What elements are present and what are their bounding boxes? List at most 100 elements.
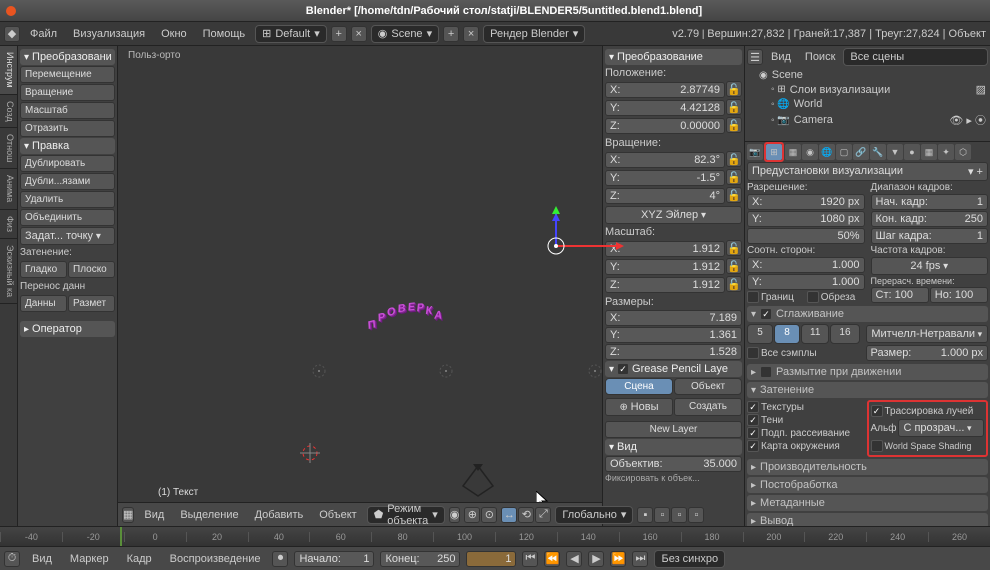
fps-dropdown[interactable]: 24 fps ▾ xyxy=(871,257,989,275)
prop-tab-world[interactable]: 🌐 xyxy=(819,144,835,160)
lock-icon[interactable]: 🔓 xyxy=(726,276,742,292)
res-x-input[interactable]: X:1920 px xyxy=(747,194,865,210)
lock-icon[interactable]: 🔓 xyxy=(726,99,742,115)
tl-end-input[interactable]: Конец:250 xyxy=(380,551,460,567)
menu-file[interactable]: Файл xyxy=(24,26,63,42)
vp-view-menu[interactable]: Вид xyxy=(138,507,170,523)
manipulator-buttons[interactable]: ↔⟲⤢ xyxy=(501,507,551,523)
lamp-object[interactable] xyxy=(580,356,610,386)
scene-add-button[interactable]: + xyxy=(443,26,459,42)
aa-11-button[interactable]: 11 xyxy=(801,324,829,344)
outliner-view[interactable]: Вид xyxy=(765,49,797,65)
tab-relations[interactable]: Отнош xyxy=(0,128,17,169)
shading-solid-icon[interactable]: ◉ xyxy=(449,507,461,523)
vp-select-menu[interactable]: Выделение xyxy=(174,507,244,523)
tab-physics[interactable]: Физ xyxy=(0,210,17,239)
lens-input[interactable]: Объектив:35.000 xyxy=(605,456,742,472)
join-button[interactable]: Объединить xyxy=(20,209,115,226)
gpencil-panel[interactable]: ▾ ✓ Grease Pencil Laye xyxy=(605,361,742,377)
tl-start-input[interactable]: Начало:1 xyxy=(294,551,374,567)
outliner-item-scene[interactable]: ◉ Scene xyxy=(747,68,988,82)
outliner-filter-dropdown[interactable]: Все сцены xyxy=(843,48,988,66)
layer-buttons[interactable]: ▪▫▫▫ xyxy=(637,507,704,523)
wss-checkbox[interactable] xyxy=(871,440,883,452)
prop-tab-render-active[interactable]: ⊞ xyxy=(766,144,782,160)
window-close-icon[interactable] xyxy=(6,6,16,16)
prop-tab-modifiers[interactable]: 🔧 xyxy=(870,144,886,160)
tab-anim[interactable]: Анима xyxy=(0,169,17,209)
tl-marker-menu[interactable]: Маркер xyxy=(64,551,115,567)
prop-tab-object[interactable]: ▢ xyxy=(836,144,852,160)
play-rev-icon[interactable]: ◀ xyxy=(566,551,582,567)
text3d-object[interactable]: ПРОВЕРКА xyxy=(368,280,446,328)
mblur-section[interactable]: ▸ Размытие при движении xyxy=(747,364,988,380)
prev-key-icon[interactable]: ⏪ xyxy=(544,551,560,567)
translate-button[interactable]: Перемещение xyxy=(20,66,115,83)
pivot-buttons[interactable]: ⊕⊙ xyxy=(464,507,497,523)
menu-help[interactable]: Помощь xyxy=(197,26,252,42)
res-y-input[interactable]: Y:1080 px xyxy=(747,211,865,227)
manipulator-gizmo[interactable] xyxy=(546,206,626,286)
sss-checkbox[interactable]: ✓ xyxy=(747,427,759,439)
next-key-icon[interactable]: ⏩ xyxy=(610,551,626,567)
asp-y-input[interactable]: Y:1.000 xyxy=(747,274,865,290)
gp-scene-button[interactable]: Сцена xyxy=(605,378,673,395)
gp-new-button[interactable]: ⊕ Новы xyxy=(605,398,673,416)
orientation-dropdown[interactable]: Глобально ▾ xyxy=(555,506,633,524)
alpha-mode-dropdown[interactable]: С прозрач... ▾ xyxy=(898,419,984,437)
tab-grease[interactable]: Эскизный ка xyxy=(0,239,17,304)
flat-button[interactable]: Плоско xyxy=(68,261,115,278)
viewport-3d[interactable]: Польз-орто ПРОВЕРКА (1) Текст ▦ xyxy=(118,46,602,526)
lock-icon[interactable]: 🔓 xyxy=(726,117,742,133)
layout-del-button[interactable]: × xyxy=(351,26,367,42)
jump-end-icon[interactable]: ⏭ xyxy=(632,551,648,567)
envmap-checkbox[interactable]: ✓ xyxy=(747,440,759,452)
rot-x-input[interactable]: X:82.3° xyxy=(605,152,725,168)
aa-section[interactable]: ▾ ✓ Сглаживание xyxy=(747,306,988,322)
lock-icon[interactable]: 🔓 xyxy=(726,81,742,97)
aa-5-button[interactable]: 5 xyxy=(747,324,773,344)
prop-tab-data[interactable]: ▼ xyxy=(887,144,903,160)
menu-render[interactable]: Визуализация xyxy=(67,26,151,42)
rot-y-input[interactable]: Y:-1.5° xyxy=(605,170,725,186)
blender-icon[interactable]: ◆ xyxy=(4,26,20,42)
gp-create-button[interactable]: Создать xyxy=(674,398,742,416)
presets-dropdown[interactable]: Предустановки визуализации▾ + xyxy=(747,162,988,181)
smooth-button[interactable]: Гладко xyxy=(20,261,67,278)
start-frame-input[interactable]: Нач. кадр:1 xyxy=(871,194,989,210)
set-origin-button[interactable]: Задат... точку ▾ xyxy=(20,227,115,245)
outliner-item-camera[interactable]: ◦ 📷 Camera 👁 ▸ ⦿ xyxy=(747,111,988,129)
jump-start-icon[interactable]: ⏮ xyxy=(522,551,538,567)
res-pct-input[interactable]: 50% xyxy=(747,228,865,244)
n-view-panel[interactable]: ▾ Вид xyxy=(605,439,742,455)
timeline-track[interactable]: -40-200204060801001201401601802002202402… xyxy=(0,527,990,546)
n-transform-panel[interactable]: ▾ Преобразование xyxy=(605,49,742,65)
meta-section[interactable]: ▸ Метаданные xyxy=(747,495,988,511)
new-input[interactable]: Но: 100 xyxy=(930,287,988,303)
playhead[interactable] xyxy=(120,527,122,546)
mode-dropdown[interactable]: ⬟ Режим объекта ▾ xyxy=(367,506,445,524)
panel-operator[interactable]: ▸ Оператор xyxy=(20,321,115,337)
scene-dropdown[interactable]: ◉Scene▾ xyxy=(371,25,439,43)
tl-frame-menu[interactable]: Кадр xyxy=(121,551,158,567)
outliner-search[interactable]: Поиск xyxy=(799,49,841,65)
step-frame-input[interactable]: Шаг кадра:1 xyxy=(871,228,989,244)
engine-dropdown[interactable]: Рендер Blender▾ xyxy=(483,25,585,43)
dim-z-input[interactable]: Z:1.528 xyxy=(605,344,742,360)
shadows-checkbox[interactable]: ✓ xyxy=(747,414,759,426)
old-input[interactable]: Ст: 100 xyxy=(871,287,929,303)
prop-tab-particles[interactable]: ✦ xyxy=(938,144,954,160)
lock-icon[interactable]: 🔓 xyxy=(726,258,742,274)
mirror-button[interactable]: Отразить xyxy=(20,120,115,137)
raytrace-checkbox[interactable]: ✓ xyxy=(871,405,883,417)
prop-tab-layers[interactable]: ▦ xyxy=(785,144,801,160)
border-checkbox[interactable] xyxy=(747,291,759,303)
dim-y-input[interactable]: Y:1.361 xyxy=(605,327,742,343)
gp-newlayer-button[interactable]: New Layer xyxy=(605,421,742,438)
lock-icon[interactable]: 🔓 xyxy=(726,151,742,167)
prop-tab-constraints[interactable]: 🔗 xyxy=(853,144,869,160)
autokey-icon[interactable]: ⏺ xyxy=(272,551,288,567)
sync-dropdown[interactable]: Без синхро xyxy=(654,550,725,568)
panel-edit[interactable]: ▾ Правка xyxy=(20,138,115,154)
tl-view-menu[interactable]: Вид xyxy=(26,551,58,567)
